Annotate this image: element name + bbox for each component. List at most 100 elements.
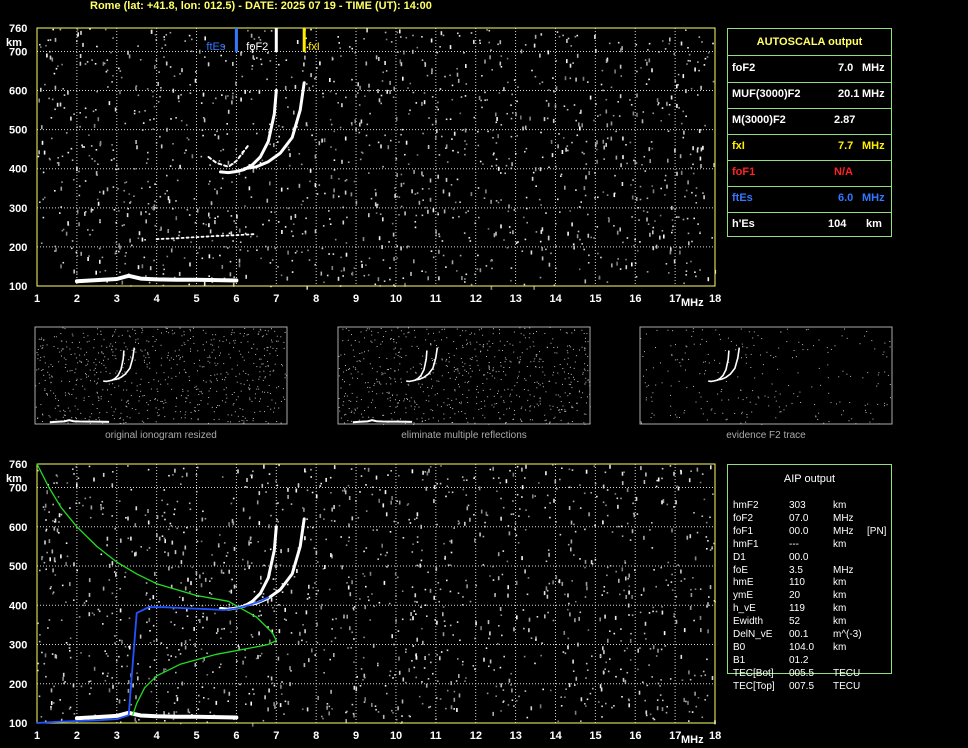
small-panel-noise	[466, 397, 468, 399]
small-panel-noise	[454, 389, 456, 391]
small-panel-noise	[587, 370, 589, 372]
top-noise-dot	[75, 251, 78, 254]
bottom-noise-dot	[384, 490, 387, 495]
small-panel-noise	[264, 391, 266, 393]
panel-caption-evidence: evidence F2 trace	[726, 430, 806, 441]
small-panel-noise	[425, 399, 427, 401]
top-noise-dot	[619, 64, 622, 69]
small-panel-noise	[233, 347, 235, 349]
bottom-noise-dot	[152, 624, 155, 627]
small-panel-noise	[460, 358, 462, 359]
bottom-noise-dot	[248, 565, 250, 570]
small-panel-noise	[385, 383, 387, 385]
small-panel-noise	[61, 350, 63, 352]
small-panel-noise	[728, 399, 730, 401]
small-panel-noise	[42, 369, 44, 370]
small-panel-noise	[850, 375, 852, 377]
top-noise-dot	[713, 163, 715, 167]
small-panel-noise	[430, 343, 432, 345]
top-noise-dot	[646, 217, 648, 222]
autoscala-param-value: 104	[828, 218, 847, 230]
small-panel-noise	[559, 396, 561, 398]
small-panel-noise	[356, 360, 358, 362]
top-noise-dot	[102, 190, 105, 195]
small-panel-noise	[179, 358, 181, 360]
small-panel-noise	[394, 399, 396, 401]
top-noise-dot	[289, 153, 291, 158]
top-noise-dot	[362, 237, 365, 242]
bottom-noise-dot	[449, 590, 452, 593]
small-panel-noise	[186, 397, 188, 399]
top-noise-dot	[630, 184, 632, 186]
top-noise-dot	[277, 266, 279, 268]
small-panel-noise	[125, 422, 127, 423]
small-panel-noise	[399, 356, 401, 358]
bottom-noise-dot	[389, 670, 392, 673]
bottom-noise-dot	[170, 621, 172, 623]
small-panel-noise	[243, 359, 245, 361]
bottom-noise-dot	[167, 552, 170, 557]
top-noise-dot	[678, 216, 680, 218]
small-panel-noise	[745, 356, 747, 358]
small-panel-noise	[201, 393, 203, 395]
bottom-noise-dot	[308, 596, 311, 599]
small-panel-noise	[253, 362, 255, 364]
small-panel-noise	[122, 367, 124, 369]
top-noise-dot	[393, 256, 395, 261]
top-noise-dot	[630, 104, 633, 106]
small-panel-noise	[818, 339, 820, 341]
small-panel-noise	[686, 387, 688, 389]
top-noise-dot	[335, 92, 337, 95]
bottom-noise-dot	[469, 600, 472, 603]
bottom-noise-dot	[200, 540, 203, 543]
top-noise-dot	[416, 192, 419, 194]
bottom-noise-dot	[688, 478, 691, 483]
small-panel-noise	[383, 423, 384, 425]
small-panel-noise	[564, 409, 566, 411]
top-noise-dot	[98, 247, 101, 250]
top-noise-dot	[204, 36, 206, 41]
small-panel-noise	[244, 328, 246, 329]
bottom-x-tick-label: 8	[313, 730, 319, 742]
bottom-noise-dot	[317, 695, 319, 700]
bottom-noise-dot	[545, 586, 548, 591]
top-noise-dot	[359, 158, 362, 161]
small-panel-noise	[254, 393, 256, 395]
small-panel-noise	[101, 363, 103, 365]
bottom-noise-dot	[164, 668, 167, 671]
top-noise-dot	[682, 218, 685, 221]
small-panel-noise	[53, 392, 55, 394]
small-panel-noise	[48, 415, 50, 417]
aip-row-hme: hmE 110 km	[733, 577, 898, 590]
small-panel-noise	[500, 362, 502, 363]
small-panel-noise	[140, 349, 142, 351]
small-panel-noise	[179, 357, 181, 359]
top-noise-dot	[119, 245, 121, 250]
bottom-noise-dot	[560, 696, 562, 698]
small-panel-noise	[761, 338, 763, 340]
bottom-noise-dot	[230, 631, 232, 633]
top-noise-dot	[149, 186, 151, 188]
top-noise-dot	[404, 153, 406, 156]
bottom-noise-dot	[45, 675, 47, 678]
small-panel-noise	[670, 414, 671, 416]
small-panel-noise	[254, 411, 256, 413]
bottom-noise-dot	[38, 640, 41, 643]
small-panel-noise	[160, 401, 162, 402]
bottom-noise-dot	[181, 475, 184, 478]
top-noise-dot	[287, 146, 290, 149]
bottom-noise-dot	[421, 627, 423, 630]
top-noise-dot	[473, 39, 475, 44]
top-noise-dot	[153, 259, 155, 262]
small-panel-noise	[252, 418, 254, 419]
top-noise-dot	[293, 110, 295, 115]
bottom-noise-dot	[198, 701, 201, 703]
small-panel-noise	[187, 395, 189, 397]
small-panel-noise	[558, 409, 560, 411]
aip-param-value: 3.5	[789, 564, 803, 576]
small-panel-noise	[540, 358, 542, 360]
small-panel-noise	[276, 387, 278, 389]
small-panel-noise	[778, 406, 780, 408]
top-noise-dot	[208, 212, 210, 217]
top-noise-dot	[365, 134, 368, 137]
